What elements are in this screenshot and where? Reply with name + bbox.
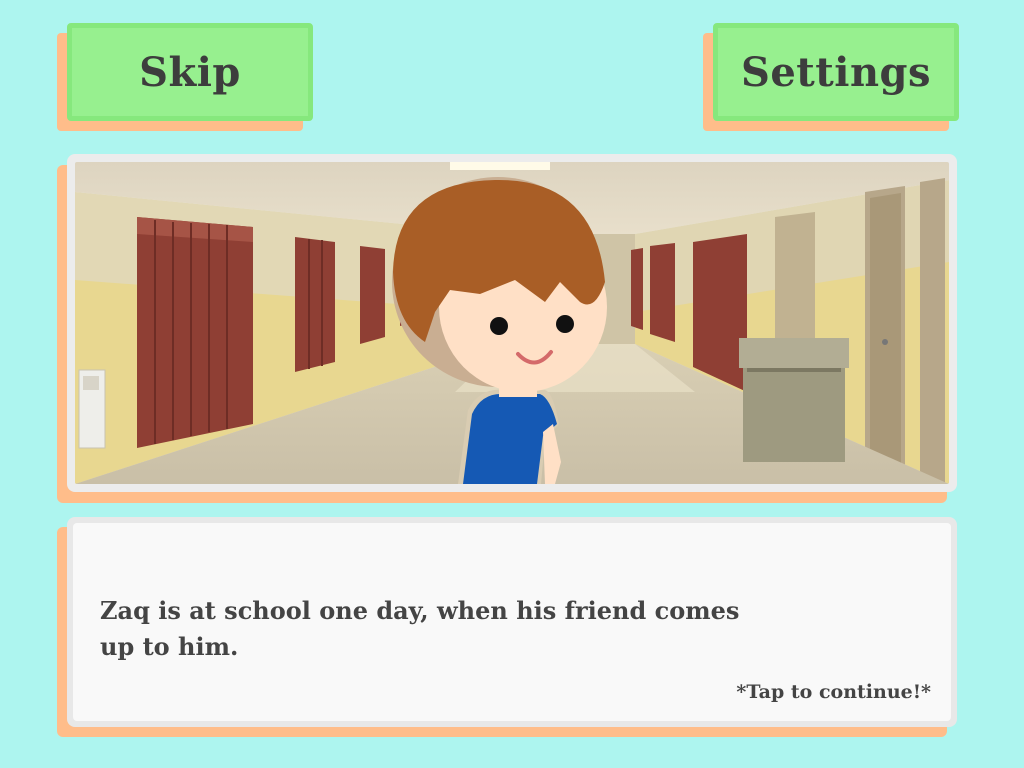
classroom-door-panel bbox=[870, 193, 901, 467]
skip-button-wrapper: Skip bbox=[57, 23, 313, 131]
scene-viewport bbox=[75, 162, 949, 484]
door-knob bbox=[882, 339, 888, 345]
skip-button[interactable]: Skip bbox=[67, 23, 313, 121]
trash-can-rim bbox=[747, 368, 841, 372]
locker-bank bbox=[693, 234, 747, 392]
tap-to-continue[interactable]: *Tap to continue!* bbox=[736, 681, 931, 703]
locker-bank bbox=[650, 243, 675, 342]
settings-button-wrapper: Settings bbox=[703, 23, 959, 131]
wall-panel-sign bbox=[83, 376, 99, 390]
locker-bank bbox=[631, 248, 643, 330]
settings-button[interactable]: Settings bbox=[713, 23, 959, 121]
character-left-eye bbox=[490, 317, 508, 335]
dialogue-panel[interactable]: Zaq is at school one day, when his frien… bbox=[67, 517, 957, 727]
scene-panel bbox=[67, 154, 957, 492]
classroom-door bbox=[920, 178, 945, 484]
school-hallway-scene bbox=[75, 162, 949, 484]
trash-can-lid bbox=[739, 338, 849, 368]
ceiling-light bbox=[450, 162, 550, 170]
narration-text: Zaq is at school one day, when his frien… bbox=[100, 596, 740, 661]
dialogue-box[interactable]: Zaq is at school one day, when his frien… bbox=[73, 523, 951, 721]
character-right-eye bbox=[556, 315, 574, 333]
locker-bank bbox=[360, 246, 385, 344]
locker-bank bbox=[295, 237, 335, 372]
